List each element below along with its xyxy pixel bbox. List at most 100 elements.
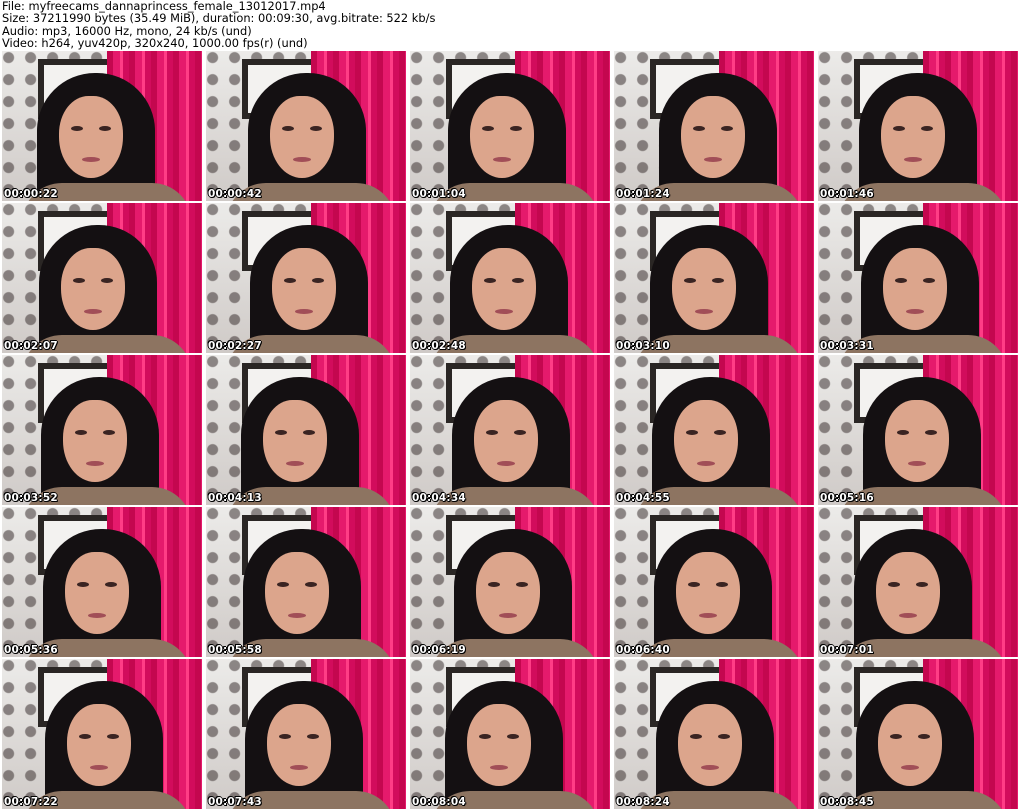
thumbnail-frame: 00:03:52	[2, 355, 202, 505]
face	[681, 96, 745, 178]
thumbnail-timestamp: 00:07:01	[820, 644, 874, 656]
thumbnail-frame: 00:05:36	[2, 507, 202, 657]
thumbnail-frame: 00:07:43	[206, 659, 406, 809]
thumbnail-frame: 00:02:48	[410, 203, 610, 353]
thumbnail-frame: 00:06:19	[410, 507, 610, 657]
face	[270, 96, 334, 178]
thumbnail-timestamp: 00:04:34	[412, 492, 466, 504]
thumbnail-timestamp: 00:06:19	[412, 644, 466, 656]
face	[470, 96, 534, 178]
thumbnail-frame: 00:05:16	[818, 355, 1018, 505]
face	[476, 552, 540, 634]
thumbnail-timestamp: 00:01:46	[820, 188, 874, 200]
face	[65, 552, 129, 634]
face	[674, 400, 738, 482]
thumbnail-frame: 00:02:07	[2, 203, 202, 353]
mouth	[86, 461, 104, 466]
face	[885, 400, 949, 482]
mouth	[293, 157, 311, 162]
thumbnail-timestamp: 00:02:07	[4, 340, 58, 352]
face	[61, 248, 125, 330]
face	[881, 96, 945, 178]
thumbnail-timestamp: 00:05:16	[820, 492, 874, 504]
mouth	[497, 461, 515, 466]
thumbnail-timestamp: 00:00:22	[4, 188, 58, 200]
face	[878, 704, 942, 786]
face	[883, 248, 947, 330]
face	[67, 704, 131, 786]
face	[474, 400, 538, 482]
face	[267, 704, 331, 786]
thumbnail-timestamp: 00:04:13	[208, 492, 262, 504]
thumbnail-timestamp: 00:03:10	[616, 340, 670, 352]
thumbnail-frame: 00:06:40	[614, 507, 814, 657]
thumbnail-timestamp: 00:08:45	[820, 796, 874, 808]
mouth	[88, 613, 106, 618]
thumbnail-timestamp: 00:02:27	[208, 340, 262, 352]
mouth	[899, 613, 917, 618]
thumbnail-frame: 00:07:01	[818, 507, 1018, 657]
thumbnail-timestamp: 00:08:04	[412, 796, 466, 808]
thumbnail-timestamp: 00:01:24	[616, 188, 670, 200]
thumbnail-frame: 00:00:42	[206, 51, 406, 201]
thumbnail-grid: 00:00:22 00:00:42 00:01:04 00:01:24 00:01:46…	[0, 51, 1024, 811]
thumbnail-frame: 00:05:58	[206, 507, 406, 657]
mouth	[490, 765, 508, 770]
mouth	[704, 157, 722, 162]
mouth	[908, 461, 926, 466]
mouth	[286, 461, 304, 466]
mouth	[906, 309, 924, 314]
thumbnail-frame: 00:03:10	[614, 203, 814, 353]
thumbnail-timestamp: 00:03:31	[820, 340, 874, 352]
thumbnail-frame: 00:00:22	[2, 51, 202, 201]
mouth	[82, 157, 100, 162]
face	[676, 552, 740, 634]
face	[265, 552, 329, 634]
thumbnail-frame: 00:01:46	[818, 51, 1018, 201]
thumbnail-frame: 00:01:24	[614, 51, 814, 201]
mouth	[495, 309, 513, 314]
thumbnail-timestamp: 00:06:40	[616, 644, 670, 656]
thumbnail-frame: 00:03:31	[818, 203, 1018, 353]
thumbnail-frame: 00:08:04	[410, 659, 610, 809]
mouth	[290, 765, 308, 770]
mouth	[288, 613, 306, 618]
mouth	[699, 613, 717, 618]
thumbnail-timestamp: 00:07:22	[4, 796, 58, 808]
thumbnail-frame: 00:07:22	[2, 659, 202, 809]
thumbnail-timestamp: 00:05:36	[4, 644, 58, 656]
face	[876, 552, 940, 634]
thumbnail-timestamp: 00:04:55	[616, 492, 670, 504]
thumbnail-timestamp: 00:07:43	[208, 796, 262, 808]
mouth	[90, 765, 108, 770]
mouth	[295, 309, 313, 314]
face	[472, 248, 536, 330]
thumbnail-frame: 00:08:45	[818, 659, 1018, 809]
video-info-line: Video: h264, yuv420p, 320x240, 1000.00 f…	[2, 36, 308, 51]
thumbnail-timestamp: 00:05:58	[208, 644, 262, 656]
file-info-header: File: myfreecams_dannaprincess_female_13…	[2, 0, 1022, 50]
face	[467, 704, 531, 786]
thumbnail-timestamp: 00:08:24	[616, 796, 670, 808]
thumbnail-frame: 00:04:34	[410, 355, 610, 505]
thumbnail-frame: 00:02:27	[206, 203, 406, 353]
thumbnail-timestamp: 00:02:48	[412, 340, 466, 352]
thumbnail-frame: 00:01:04	[410, 51, 610, 201]
mouth	[701, 765, 719, 770]
face	[63, 400, 127, 482]
file-size-line: Size: 37211990 bytes (35.49 MiB), durati…	[2, 11, 436, 26]
mouth	[901, 765, 919, 770]
face	[678, 704, 742, 786]
mouth	[493, 157, 511, 162]
mouth	[695, 309, 713, 314]
mouth	[84, 309, 102, 314]
face	[59, 96, 123, 178]
thumbnail-timestamp: 00:01:04	[412, 188, 466, 200]
mouth	[499, 613, 517, 618]
mouth	[904, 157, 922, 162]
face	[272, 248, 336, 330]
face	[672, 248, 736, 330]
thumbnail-frame: 00:04:13	[206, 355, 406, 505]
thumbnail-frame: 00:04:55	[614, 355, 814, 505]
thumbnail-timestamp: 00:03:52	[4, 492, 58, 504]
